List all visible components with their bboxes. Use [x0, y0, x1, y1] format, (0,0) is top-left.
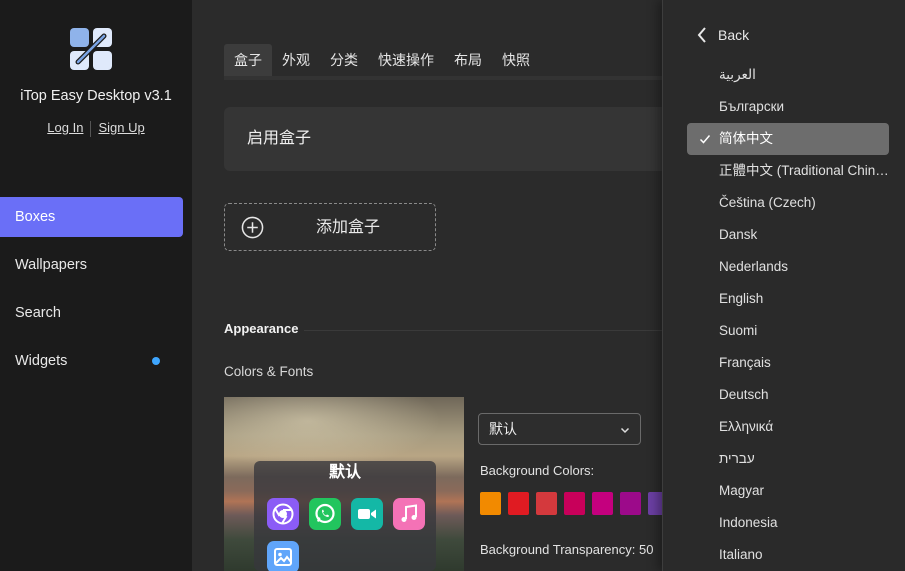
- language-option[interactable]: English: [687, 283, 889, 315]
- preview-box: 默认: [254, 461, 436, 571]
- sidebar-nav: Boxes Wallpapers Search Widgets: [0, 197, 192, 389]
- boxes-settings: 盒子 外观 分类 快速操作 布局 快照 启用盒子 添加盒子 Appearance…: [192, 0, 662, 571]
- language-option[interactable]: العربية: [687, 59, 889, 91]
- whatsapp-icon: [309, 498, 341, 530]
- chevron-down-icon: [620, 427, 630, 434]
- signup-link[interactable]: Sign Up: [98, 120, 144, 135]
- facetime-icon: [351, 498, 383, 530]
- add-circle-icon: [241, 216, 264, 239]
- theme-select[interactable]: 默认: [478, 413, 641, 445]
- language-option[interactable]: Suomi: [687, 315, 889, 347]
- tab-snapshot[interactable]: 快照: [492, 44, 540, 76]
- chevron-left-icon: [697, 27, 706, 43]
- preview-box-title: 默认: [328, 464, 361, 481]
- language-option[interactable]: Ελληνικά: [687, 411, 889, 443]
- language-option[interactable]: Indonesia: [687, 507, 889, 539]
- sidebar-item-search[interactable]: Search: [0, 293, 183, 333]
- color-swatch[interactable]: [564, 492, 585, 515]
- music-icon: [393, 498, 425, 530]
- sidebar-item-label: Widgets: [15, 353, 68, 369]
- colors-fonts-heading: Colors & Fonts: [224, 364, 314, 379]
- auth-separator: [90, 120, 92, 137]
- background-transparency-label: Background Transparency: 50: [480, 542, 654, 557]
- tab-layout[interactable]: 布局: [444, 44, 492, 76]
- appearance-heading: Appearance: [224, 321, 299, 336]
- language-option[interactable]: 正體中文 (Traditional Chinese): [687, 155, 889, 187]
- check-icon: [699, 135, 711, 144]
- enable-boxes-toggle-row[interactable]: 启用盒子: [224, 107, 662, 171]
- sidebar-item-wallpapers[interactable]: Wallpapers: [0, 245, 183, 285]
- sidebar-item-widgets[interactable]: Widgets: [0, 341, 183, 381]
- tabs-underline: [224, 76, 662, 80]
- box-preview: 默认: [224, 397, 464, 571]
- add-box-label: 添加盒子: [316, 219, 381, 236]
- tab-categories[interactable]: 分类: [320, 44, 368, 76]
- language-option[interactable]: Français: [687, 347, 889, 379]
- language-option[interactable]: עברית: [687, 443, 889, 475]
- chrome-icon: [267, 498, 299, 530]
- add-box-button[interactable]: 添加盒子: [224, 203, 436, 251]
- sidebar-item-boxes[interactable]: Boxes: [0, 197, 183, 237]
- language-option[interactable]: Dansk: [687, 219, 889, 251]
- login-link[interactable]: Log In: [47, 120, 83, 135]
- color-swatches: [480, 492, 662, 515]
- photos-icon: [267, 541, 299, 571]
- language-option-selected[interactable]: 简体中文: [687, 123, 889, 155]
- color-swatch[interactable]: [536, 492, 557, 515]
- color-swatch[interactable]: [620, 492, 641, 515]
- color-swatch[interactable]: [648, 492, 662, 515]
- background-colors-label: Background Colors:: [480, 463, 595, 478]
- language-panel: Back العربية Български 简体中文 正體中文 (Tradit…: [662, 0, 905, 571]
- language-list: العربية Български 简体中文 正體中文 (Traditional…: [687, 59, 889, 571]
- section-divider: [304, 330, 662, 331]
- tab-appearance[interactable]: 外观: [272, 44, 320, 76]
- back-label: Back: [718, 27, 750, 43]
- app-title: iTop Easy Desktop v3.1: [20, 88, 172, 104]
- theme-select-value: 默认: [489, 421, 517, 437]
- color-swatch[interactable]: [508, 492, 529, 515]
- sidebar: iTop Easy Desktop v3.1 Log In Sign Up Box…: [0, 0, 192, 571]
- app-logo-icon: [70, 28, 112, 70]
- language-option[interactable]: Nederlands: [687, 251, 889, 283]
- tab-boxes[interactable]: 盒子: [224, 44, 272, 76]
- language-option[interactable]: Deutsch: [687, 379, 889, 411]
- language-option[interactable]: Български: [687, 91, 889, 123]
- language-option[interactable]: Magyar: [687, 475, 889, 507]
- language-option[interactable]: Italiano: [687, 539, 889, 571]
- back-button[interactable]: Back: [696, 22, 749, 48]
- color-swatch[interactable]: [592, 492, 613, 515]
- language-label: 简体中文: [719, 131, 773, 146]
- language-option[interactable]: Čeština (Czech): [687, 187, 889, 219]
- settings-tabs: 盒子 外观 分类 快速操作 布局 快照: [224, 44, 540, 76]
- auth-links: Log In Sign Up: [0, 120, 192, 137]
- tab-quick-actions[interactable]: 快速操作: [368, 44, 444, 76]
- notification-dot: [152, 357, 160, 365]
- color-swatch[interactable]: [480, 492, 501, 515]
